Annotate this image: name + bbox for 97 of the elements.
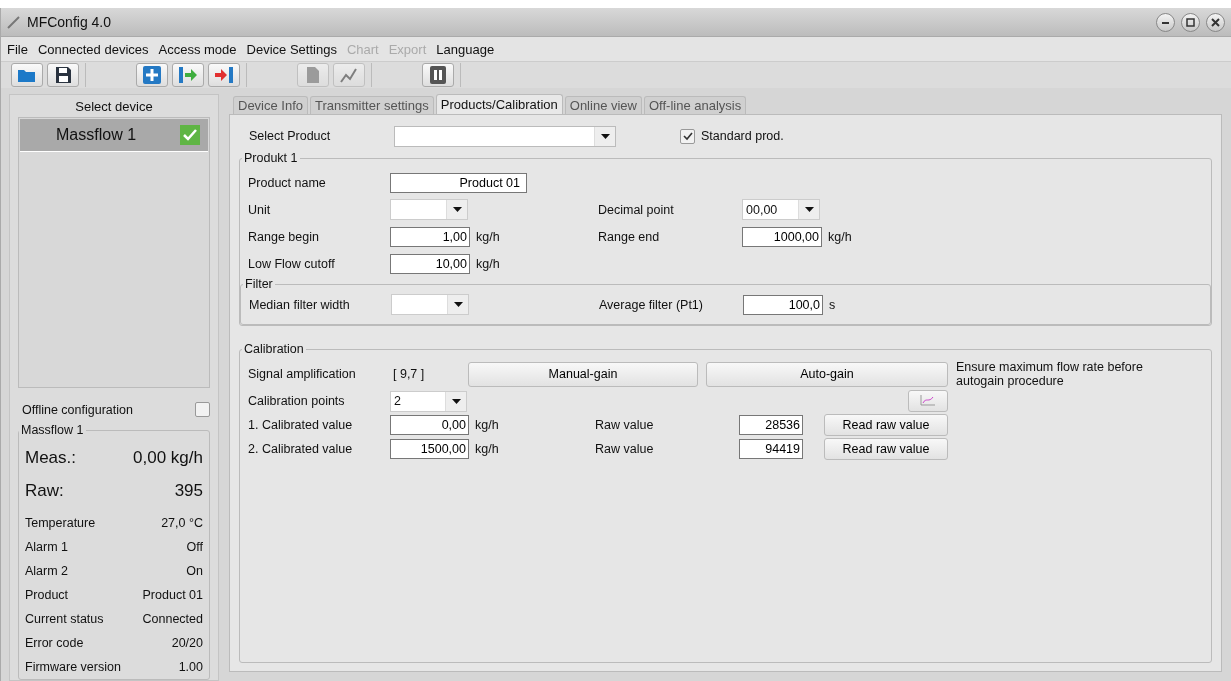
tab[interactable]: Device Info bbox=[233, 96, 309, 114]
status-label: Temperature bbox=[25, 516, 96, 530]
amplification-value: [ 9,7 ] bbox=[392, 367, 426, 381]
toolbar-button[interactable] bbox=[422, 63, 454, 87]
minimize-button[interactable] bbox=[1156, 12, 1175, 32]
text-field[interactable]: 100,0 bbox=[743, 294, 823, 315]
text-field[interactable]: 1500,00 bbox=[390, 439, 469, 459]
field-label: Median filter width bbox=[249, 297, 351, 312]
note-text: Ensure maximum flow rate before autogain procedure bbox=[955, 360, 1144, 388]
window-title: MFConfig 4.0 bbox=[27, 14, 113, 30]
unit-label: kg/h bbox=[476, 229, 500, 244]
status-value: 27,0 °C bbox=[161, 516, 203, 530]
menu-item[interactable]: Language bbox=[436, 41, 495, 57]
group-title: Produkt 1 bbox=[243, 151, 299, 165]
menu-item[interactable]: Access mode bbox=[158, 41, 237, 57]
offline-checkbox[interactable] bbox=[195, 402, 210, 417]
text-field[interactable]: 1,00 bbox=[390, 226, 470, 247]
status-value: Off bbox=[186, 540, 203, 554]
maximize-button[interactable] bbox=[1181, 12, 1200, 32]
unit-label: kg/h bbox=[476, 256, 500, 271]
field-label: Select Product bbox=[249, 129, 332, 143]
status-label: Alarm 1 bbox=[25, 540, 69, 554]
status-label: Error code bbox=[25, 636, 84, 650]
field-label: Signal amplification bbox=[248, 367, 357, 381]
tab[interactable]: Off-line analysis bbox=[644, 96, 747, 114]
device-item[interactable]: Massflow 1 bbox=[20, 119, 208, 152]
arrow-out-icon bbox=[214, 66, 234, 84]
status-label: Current status bbox=[25, 612, 104, 626]
status-label: Firmware version bbox=[25, 660, 121, 674]
field-label: 1. Calibrated value bbox=[248, 418, 354, 432]
text-field[interactable]: 94419 bbox=[739, 439, 803, 459]
tab[interactable]: Transmitter settings bbox=[310, 96, 434, 114]
status-label: Product bbox=[25, 588, 69, 602]
menu-item[interactable]: File bbox=[7, 41, 28, 57]
auto-gain-button[interactable]: Auto-gain bbox=[706, 361, 948, 387]
group-title: Massflow 1 bbox=[20, 423, 85, 437]
text-field[interactable]: 10,00 bbox=[390, 253, 470, 274]
status-value: 395 bbox=[174, 480, 203, 501]
offline-label: Offline configuration bbox=[22, 402, 133, 417]
dropdown-arrow-icon bbox=[600, 133, 610, 139]
field-label: Average filter (Pt1) bbox=[599, 297, 704, 312]
unit-label: kg/h bbox=[828, 229, 852, 244]
group-title: Filter bbox=[244, 277, 274, 291]
status-label: Raw: bbox=[25, 480, 64, 501]
toolbar-button[interactable] bbox=[47, 63, 79, 87]
menu-item[interactable]: Device Settings bbox=[246, 41, 337, 57]
status-value: Product 01 bbox=[142, 588, 203, 602]
status-value: On bbox=[186, 564, 203, 578]
close-button[interactable] bbox=[1206, 12, 1225, 32]
field-label: Low Flow cutoff bbox=[248, 256, 336, 271]
field-label: Calibration points bbox=[248, 394, 346, 408]
text-field[interactable]: 0,00 bbox=[390, 415, 469, 435]
tab[interactable]: Online view bbox=[564, 96, 642, 114]
unit-label: s bbox=[829, 297, 836, 312]
text-field[interactable]: 28536 bbox=[739, 415, 803, 435]
text-field[interactable]: 1000,00 bbox=[742, 226, 822, 247]
arrow-in-icon bbox=[178, 66, 198, 84]
pen-icon bbox=[7, 15, 21, 29]
unit-label: kg/h bbox=[475, 442, 499, 456]
save-icon bbox=[53, 66, 73, 84]
status-value: 20/20 bbox=[171, 636, 203, 650]
status-label: Alarm 2 bbox=[25, 564, 69, 578]
dropdown-arrow-icon bbox=[453, 302, 463, 307]
manual-gain-button[interactable]: Manual-gain bbox=[468, 361, 698, 387]
dropdown-arrow-icon bbox=[452, 207, 462, 212]
dropdown-arrow-icon bbox=[451, 398, 461, 404]
field-label: Decimal point bbox=[598, 202, 675, 217]
curve-icon bbox=[920, 393, 936, 406]
menu-item[interactable]: Connected devices bbox=[37, 41, 149, 57]
close-icon bbox=[1211, 17, 1220, 27]
dropdown-arrow-icon bbox=[804, 207, 814, 212]
dropdown[interactable]: 2 bbox=[390, 390, 467, 412]
maximize-icon bbox=[1186, 17, 1195, 27]
text-field[interactable]: Product 01 bbox=[390, 172, 527, 193]
read-raw-button[interactable]: Read raw value bbox=[824, 438, 948, 460]
dropdown[interactable]: 00,00 bbox=[742, 199, 820, 220]
field-label: Unit bbox=[248, 202, 272, 217]
field-label: Range end bbox=[598, 229, 661, 244]
status-value: 1.00 bbox=[178, 660, 203, 674]
group-title: Calibration bbox=[243, 342, 305, 356]
status-value: 0,00 kg/h bbox=[133, 447, 203, 468]
standard-checkbox[interactable] bbox=[680, 128, 695, 144]
read-raw-button[interactable]: Read raw value bbox=[824, 414, 948, 436]
field-label: 2. Calibrated value bbox=[248, 442, 354, 456]
plus-icon bbox=[142, 66, 162, 84]
chart-icon bbox=[339, 66, 359, 84]
tab[interactable]: Products/Calibration bbox=[435, 94, 563, 114]
field-label: Product name bbox=[248, 175, 327, 190]
checkbox-label: Standard prod. bbox=[701, 129, 784, 143]
field-label: Raw value bbox=[595, 418, 654, 432]
pause-icon bbox=[428, 66, 448, 84]
field-label: Range begin bbox=[248, 229, 320, 244]
status-label: Meas.: bbox=[25, 447, 77, 468]
status-value: Connected bbox=[142, 612, 203, 626]
unit-label: kg/h bbox=[475, 418, 499, 432]
field-label: Raw value bbox=[595, 442, 654, 456]
panel-title: Select device bbox=[74, 98, 154, 116]
